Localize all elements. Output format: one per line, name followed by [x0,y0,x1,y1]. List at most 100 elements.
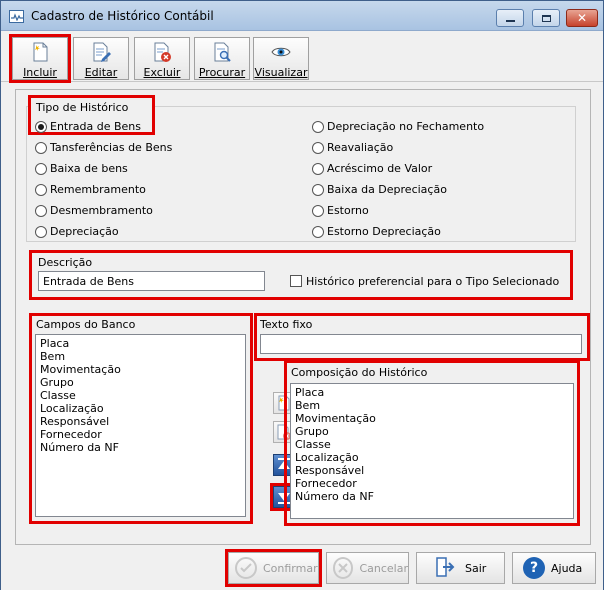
radio-entrada-de-bens[interactable]: Entrada de Bens [35,120,141,133]
texto-fixo-label: Texto fixo [260,318,313,331]
radio-reavaliacao[interactable]: Reavaliação [312,141,393,154]
edit-document-icon [90,41,112,63]
descricao-input[interactable] [38,271,265,291]
minimize-button[interactable] [496,9,524,27]
radio-estorno-depreciacao[interactable]: Estorno Depreciação [312,225,441,238]
radio-dot [35,141,47,154]
ajuda-label: Ajuda [551,561,583,575]
title-bar: Cadastro de Histórico Contábil ✕ [1,1,603,31]
new-document-icon [29,41,51,63]
list-item[interactable]: Fornecedor [40,428,241,441]
procurar-label: Procurar [198,66,246,79]
radio-label: Desmembramento [50,204,153,217]
radio-dot [35,162,47,175]
list-item[interactable]: Grupo [40,376,241,389]
list-item[interactable]: Fornecedor [295,477,569,490]
editar-button[interactable]: Editar [73,37,129,80]
radio-desmembramento[interactable]: Desmembramento [35,204,153,217]
list-item[interactable]: Movimentação [295,412,569,425]
visualizar-label: Visualizar [254,66,308,79]
historico-preferencial-checkbox[interactable] [290,275,302,287]
visualizar-button[interactable]: Visualizar [253,37,309,80]
radio-label: Baixa da Depreciação [327,183,447,196]
radio-label: Acréscimo de Valor [327,162,433,175]
minimize-icon [505,20,515,22]
radio-label: Entrada de Bens [50,120,141,133]
incluir-label: Incluir [23,66,57,79]
list-item[interactable]: Grupo [295,425,569,438]
radio-estorno[interactable]: Estorno [312,204,369,217]
list-item[interactable]: Número da NF [40,441,241,454]
incluir-button[interactable]: Incluir [9,34,71,83]
list-item[interactable]: Responsável [295,464,569,477]
radio-label: Baixa de bens [50,162,128,175]
check-icon [235,557,257,579]
sair-button[interactable]: Sair [416,552,505,584]
composicao-group: Composição do Histórico Placa Bem Movime… [284,360,580,526]
footer-bar: Confirmar Cancelar Sair ? Ajuda [1,549,603,590]
list-item[interactable]: Bem [295,399,569,412]
radio-dot [312,141,324,154]
list-item[interactable]: Localização [295,451,569,464]
radio-dot [35,225,47,238]
list-item[interactable]: Classe [295,438,569,451]
ajuda-button[interactable]: ? Ajuda [512,552,596,584]
radio-label: Estorno [327,204,369,217]
radio-baixa-da-depreciacao[interactable]: Baixa da Depreciação [312,183,447,196]
radio-dot-selected [35,120,47,133]
close-icon: ✕ [576,11,588,25]
toolbar: Incluir Editar Excluir Procurar Visualiz… [1,32,603,83]
tipo-historico-legend: Tipo de Histórico [36,101,129,114]
campos-do-banco-list[interactable]: Placa Bem Movimentação Grupo Classe Loca… [35,334,246,517]
texto-fixo-input[interactable] [260,334,582,354]
composicao-list[interactable]: Placa Bem Movimentação Grupo Classe Loca… [290,383,574,519]
radio-dot [35,204,47,217]
list-item[interactable]: Classe [40,389,241,402]
radio-label: Remembramento [50,183,146,196]
eye-icon [270,41,292,63]
window-title: Cadastro de Histórico Contábil [31,9,214,23]
list-item[interactable]: Movimentação [40,363,241,376]
help-icon: ? [523,557,545,579]
radio-baixa-de-bens[interactable]: Baixa de bens [35,162,128,175]
campos-do-banco-group: Campos do Banco Placa Bem Movimentação G… [29,313,253,524]
radio-dot [35,183,47,196]
historico-preferencial-label: Histórico preferencial para o Tipo Selec… [306,275,560,288]
list-item[interactable]: Localização [40,402,241,415]
radio-remembramento[interactable]: Remembramento [35,183,146,196]
search-document-icon [211,41,233,63]
radio-label: Tansferências de Bens [50,141,173,154]
main-panel: Tipo de Histórico Entrada de Bens Tansfe… [15,89,591,545]
list-item[interactable]: Responsável [40,415,241,428]
excluir-label: Excluir [143,66,181,79]
maximize-icon [541,14,551,22]
list-item[interactable]: Placa [40,337,241,350]
procurar-button[interactable]: Procurar [194,37,250,80]
sair-label: Sair [465,561,487,575]
cancelar-label: Cancelar [359,561,408,575]
list-item[interactable]: Número da NF [295,490,569,503]
texto-fixo-group: Texto fixo [254,313,590,361]
radio-dot [312,162,324,175]
radio-transferencias-de-bens[interactable]: Tansferências de Bens [35,141,172,154]
list-item[interactable]: Placa [295,386,569,399]
close-button[interactable]: ✕ [566,9,598,27]
radio-depreciacao-no-fechamento[interactable]: Depreciação no Fechamento [312,120,484,133]
editar-label: Editar [84,66,118,79]
confirmar-label: Confirmar [263,561,318,575]
radio-dot [312,183,324,196]
descricao-group: Descrição Histórico preferencial para o … [29,250,573,300]
radio-dot [312,225,324,238]
radio-label: Depreciação [50,225,119,238]
radio-acrescimo-de-valor[interactable]: Acréscimo de Valor [312,162,432,175]
excluir-button[interactable]: Excluir [134,37,190,80]
radio-dot [312,204,324,217]
descricao-label: Descrição [38,256,93,269]
maximize-button[interactable] [532,9,560,27]
list-item[interactable]: Bem [40,350,241,363]
radio-depreciacao[interactable]: Depreciação [35,225,119,238]
radio-label: Depreciação no Fechamento [327,120,485,133]
confirmar-button[interactable]: Confirmar [225,549,322,587]
radio-label: Reavaliação [327,141,394,154]
cancelar-button[interactable]: Cancelar [326,552,409,584]
